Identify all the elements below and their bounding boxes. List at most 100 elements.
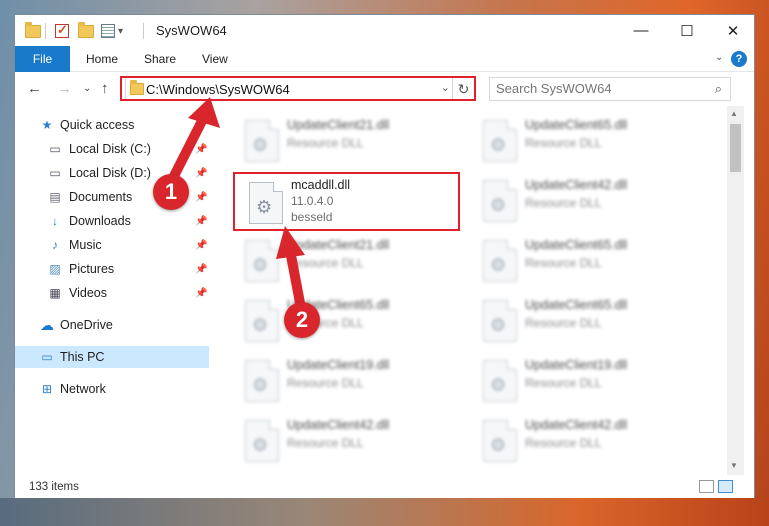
file-type: Resource DLL <box>525 136 602 150</box>
item-count: 133 items <box>29 481 79 493</box>
pin-icon[interactable]: 📌 <box>195 216 207 227</box>
sidebar-item-onedrive[interactable]: ☁ OneDrive <box>15 314 209 336</box>
properties-check-icon[interactable] <box>55 22 69 40</box>
search-input[interactable] <box>496 81 696 96</box>
dll-file-icon: ⚙ <box>245 240 279 282</box>
large-icons-view-icon[interactable] <box>718 480 733 493</box>
file-name: UpdateClient42.dll <box>287 418 390 432</box>
file-name: UpdateClient65.dll <box>525 238 628 252</box>
file-type: Resource DLL <box>287 436 364 450</box>
sidebar-item-label: Documents <box>69 190 133 204</box>
tab-share[interactable]: Share <box>144 46 176 72</box>
step-1-badge: 1 <box>153 174 189 210</box>
file-type: Resource DLL <box>525 376 602 390</box>
sidebar-item-label: OneDrive <box>60 318 113 332</box>
download-icon: ↓ <box>52 214 58 228</box>
file-item[interactable]: ⚙ UpdateClient65.dll Resource DLL <box>235 294 465 350</box>
new-folder-icon[interactable] <box>78 21 94 40</box>
file-item[interactable]: ⚙ UpdateClient42.dll Resource DLL <box>473 414 703 470</box>
file-item[interactable]: ⚙ UpdateClient42.dll Resource DLL <box>235 414 465 470</box>
scroll-up-icon[interactable]: ▲ <box>730 109 738 118</box>
dll-file-icon: ⚙ <box>245 300 279 342</box>
tab-home[interactable]: Home <box>86 46 118 72</box>
file-item[interactable]: ⚙ UpdateClient42.dll Resource DLL <box>473 174 703 230</box>
file-item[interactable]: ⚙ UpdateClient65.dll Resource DLL <box>473 114 703 170</box>
expand-ribbon-icon[interactable]: ⌄ <box>715 52 723 63</box>
file-name: UpdateClient19.dll <box>525 358 628 372</box>
close-button[interactable]: ✕ <box>710 15 756 46</box>
pictures-icon: ▨ <box>49 262 61 276</box>
file-item[interactable]: ⚙ UpdateClient65.dll Resource DLL <box>473 234 703 290</box>
quick-access-dropdown-icon[interactable]: ▾ <box>118 22 123 40</box>
dll-file-icon: ⚙ <box>483 300 517 342</box>
sidebar-item-label: Local Disk (D:) <box>69 166 151 180</box>
sidebar-item-label: Pictures <box>69 262 115 276</box>
dll-file-icon: ⚙ <box>483 420 517 462</box>
sidebar-item-downloads[interactable]: ↓ Downloads 📌 <box>15 210 209 232</box>
pin-icon[interactable]: 📌 <box>195 144 207 155</box>
sidebar-item-label: Quick access <box>60 118 135 132</box>
details-view-icon[interactable] <box>699 480 714 493</box>
file-name: UpdateClient21.dll <box>287 118 390 132</box>
tab-view[interactable]: View <box>202 46 228 72</box>
tab-file[interactable]: File <box>15 46 70 72</box>
sidebar-item-local-disk-c[interactable]: ▭ Local Disk (C:) 📌 <box>15 138 209 160</box>
pin-icon[interactable]: 📌 <box>195 264 207 275</box>
minimize-button[interactable]: — <box>618 15 664 46</box>
back-arrow-icon[interactable]: ← <box>27 80 42 97</box>
sidebar-item-network[interactable]: ⊞ Network <box>15 378 209 400</box>
file-item[interactable]: ⚙ UpdateClient21.dll Resource DLL <box>235 114 465 170</box>
dll-file-icon: ⚙ <box>483 240 517 282</box>
file-type: Resource DLL <box>525 436 602 450</box>
pin-icon[interactable]: 📌 <box>195 240 207 251</box>
sidebar-item-videos[interactable]: ▦ Videos 📌 <box>15 282 209 304</box>
dll-file-icon: ⚙ <box>245 420 279 462</box>
dll-file-icon: ⚙ <box>483 360 517 402</box>
ribbon: File Home Share View ⌄ ? <box>15 46 754 72</box>
file-type: Resource DLL <box>287 376 364 390</box>
navigation-pane: ★ Quick access ▭ Local Disk (C:) 📌 ▭ Loc… <box>15 106 209 475</box>
dll-file-icon: ⚙ <box>483 180 517 222</box>
file-name: UpdateClient19.dll <box>287 358 390 372</box>
search-icon[interactable]: ⌕ <box>715 81 722 97</box>
help-icon[interactable]: ? <box>731 51 747 67</box>
recent-locations-icon[interactable]: ⌄ <box>83 83 91 94</box>
forward-arrow-icon[interactable]: → <box>57 80 72 97</box>
title-bar: ▾ SysWOW64 — ☐ ✕ <box>15 15 754 46</box>
up-arrow-icon[interactable]: ↑ <box>101 80 109 97</box>
pin-icon[interactable]: 📌 <box>195 288 207 299</box>
properties-icon[interactable] <box>101 22 115 40</box>
sidebar-item-label: Network <box>60 382 106 396</box>
file-item[interactable]: ⚙ UpdateClient19.dll Resource DLL <box>473 354 703 410</box>
dll-file-icon: ⚙ <box>245 120 279 162</box>
file-type: Resource DLL <box>525 256 602 270</box>
scroll-down-icon[interactable]: ▼ <box>730 461 738 470</box>
sidebar-item-this-pc[interactable]: ▭ This PC <box>15 346 209 368</box>
sidebar-item-quick-access[interactable]: ★ Quick access <box>15 114 209 136</box>
desktop-background <box>0 498 769 526</box>
cloud-icon: ☁ <box>40 316 54 333</box>
dll-file-icon: ⚙ <box>245 360 279 402</box>
sidebar-item-pictures[interactable]: ▨ Pictures 📌 <box>15 258 209 280</box>
star-icon: ★ <box>41 118 53 132</box>
file-name: UpdateClient65.dll <box>525 298 628 312</box>
maximize-button[interactable]: ☐ <box>664 15 710 46</box>
file-name: UpdateClient42.dll <box>525 418 628 432</box>
sidebar-item-label: Videos <box>69 286 107 300</box>
file-item[interactable]: ⚙ UpdateClient21.dll Resource DLL <box>235 234 465 290</box>
sidebar-item-music[interactable]: ♪ Music 📌 <box>15 234 209 256</box>
search-box[interactable]: ⌕ <box>489 77 731 101</box>
pin-icon[interactable]: 📌 <box>195 168 207 179</box>
file-type: Resource DLL <box>287 256 364 270</box>
sidebar-item-label: Local Disk (C:) <box>69 142 151 156</box>
pin-icon[interactable]: 📌 <box>195 192 207 203</box>
videos-icon: ▦ <box>49 286 61 300</box>
file-item[interactable]: ⚙ UpdateClient19.dll Resource DLL <box>235 354 465 410</box>
folder-icon <box>25 21 41 40</box>
step-2-badge: 2 <box>284 302 320 338</box>
vertical-scrollbar[interactable]: ▲ ▼ <box>727 106 744 475</box>
file-item[interactable]: ⚙ UpdateClient65.dll Resource DLL <box>473 294 703 350</box>
music-icon: ♪ <box>52 238 58 252</box>
network-icon: ⊞ <box>41 382 53 396</box>
scrollbar-thumb[interactable] <box>730 124 741 172</box>
